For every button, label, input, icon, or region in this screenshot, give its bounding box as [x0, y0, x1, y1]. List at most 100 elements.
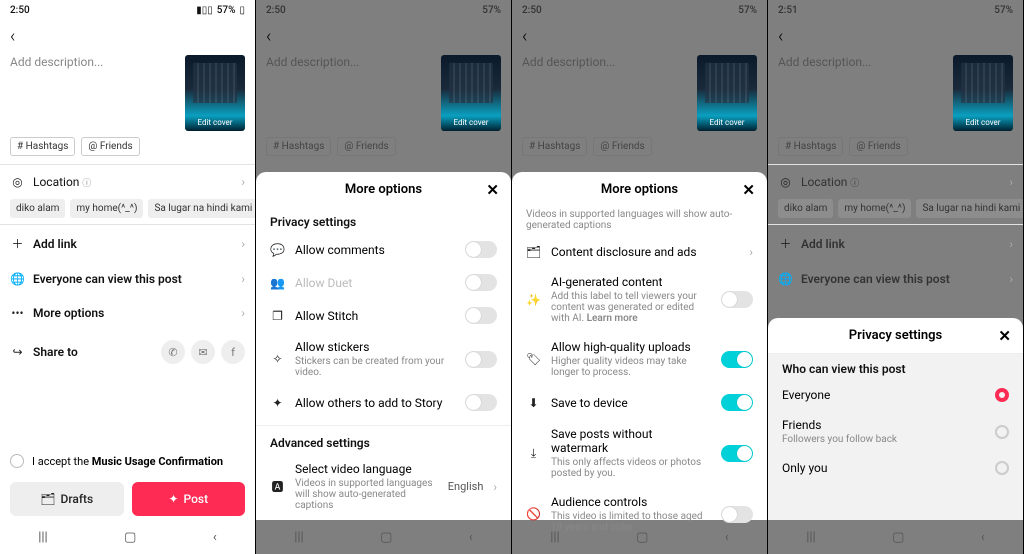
back-button[interactable]: ‹ — [266, 26, 271, 47]
add-to-story-row[interactable]: ✦ Allow others to add to Story — [256, 386, 511, 419]
no-watermark-row[interactable]: ⤓ Save posts without watermark This only… — [512, 419, 767, 487]
save-device-toggle[interactable] — [721, 394, 753, 411]
location-pill[interactable]: Sa lugar na hindi kami ... — [148, 199, 255, 218]
facebook-icon[interactable]: f — [221, 340, 245, 364]
allow-comments-row[interactable]: 💬 Allow comments — [256, 233, 511, 266]
nav-home-icon[interactable]: ▢ — [892, 530, 904, 545]
status-bar: 2:50 57% — [256, 0, 511, 20]
audience-controls-row[interactable]: 🚫 Audience controls This video is limite… — [512, 487, 767, 541]
option-everyone-row[interactable]: Everyone — [768, 380, 1023, 410]
allow-stitch-toggle[interactable] — [465, 307, 497, 324]
audience-controls-label: Audience controls — [551, 495, 711, 509]
more-options-row[interactable]: ••• More options › — [0, 296, 255, 330]
video-thumbnail: Edit cover — [697, 55, 757, 131]
nav-back-icon[interactable]: ‹ — [981, 530, 985, 545]
plus-icon: ＋ — [778, 235, 793, 252]
android-navbar: ||| ▢ ‹ — [256, 520, 511, 554]
allow-comments-toggle[interactable] — [465, 241, 497, 258]
add-to-story-toggle[interactable] — [465, 394, 497, 411]
status-bar: 2:50 ▮▯▯ 57% ▯ — [0, 0, 255, 20]
comment-icon: 💬 — [270, 243, 285, 257]
content-disclosure-row[interactable]: 🗂 Content disclosure and ads › — [512, 237, 767, 267]
edit-cover-label: Edit cover — [454, 118, 489, 127]
friends-chip[interactable]: @ Friends — [81, 137, 139, 156]
add-link-row[interactable]: ＋ Add link › — [0, 225, 255, 262]
sheet-title: Privacy settings — [849, 328, 942, 343]
location-row[interactable]: ◎ Location ⓘ › — [0, 165, 255, 199]
nav-recent-icon[interactable]: ||| — [294, 530, 304, 545]
sticker-icon: ✧ — [270, 352, 285, 366]
chevron-right-icon: › — [241, 175, 245, 189]
nav-home-icon[interactable]: ▢ — [124, 530, 136, 545]
messenger-icon[interactable]: ✉ — [191, 340, 215, 364]
allow-stitch-row[interactable]: ❐ Allow Stitch — [256, 299, 511, 332]
hashtags-chip: # Hashtags — [778, 137, 843, 156]
nav-back-icon[interactable]: ‹ — [469, 530, 473, 545]
visibility-row[interactable]: 🌐 Everyone can view this post › — [0, 262, 255, 296]
option-onlyyou-row[interactable]: Only you — [768, 453, 1023, 483]
share-to-row: ↪ Share to ✆ ✉ f — [0, 330, 255, 374]
drafts-button[interactable]: 🗂Drafts — [10, 482, 124, 516]
no-watermark-toggle[interactable] — [721, 445, 753, 462]
back-button[interactable]: ‹ — [10, 26, 15, 47]
back-button[interactable]: ‹ — [522, 26, 527, 47]
allow-stickers-toggle[interactable] — [465, 351, 497, 368]
video-thumbnail[interactable]: Edit cover — [185, 55, 245, 131]
visibility-label: Everyone can view this post — [801, 272, 1001, 286]
close-button[interactable]: ✕ — [742, 181, 755, 199]
post-button[interactable]: ✦Post — [132, 482, 246, 516]
visibility-label: Everyone can view this post — [33, 272, 233, 286]
hq-upload-label: Allow high-quality uploads — [551, 340, 711, 354]
description-input: Add description... — [522, 55, 691, 131]
nav-recent-icon[interactable]: ||| — [806, 530, 816, 545]
save-icon: ⤓ — [526, 446, 541, 461]
learn-more-link[interactable]: Learn more — [587, 313, 638, 324]
sheet-header: Privacy settings ✕ — [768, 318, 1023, 353]
battery-text: 57% — [482, 5, 501, 16]
music-confirmation-row[interactable]: I accept the Music Usage Confirmation — [0, 446, 255, 476]
allow-stickers-row[interactable]: ✧ Allow stickers Stickers can be created… — [256, 332, 511, 386]
hq-upload-row[interactable]: 🏷 Allow high-quality uploads Higher qual… — [512, 332, 767, 386]
close-button[interactable]: ✕ — [486, 181, 499, 199]
video-thumbnail: Edit cover — [953, 55, 1013, 131]
share-icon: ↪ — [10, 345, 25, 359]
chevron-right-icon: › — [749, 245, 753, 259]
edit-cover-label[interactable]: Edit cover — [198, 118, 233, 127]
option-friends-row[interactable]: Friends Followers you follow back — [768, 410, 1023, 453]
battery-icon: ▯ — [239, 5, 245, 16]
back-button[interactable]: ‹ — [778, 26, 783, 47]
whatsapp-icon[interactable]: ✆ — [161, 340, 185, 364]
post-icon: ✦ — [168, 492, 178, 506]
hashtags-chip[interactable]: # Hashtags — [10, 137, 75, 156]
description-input[interactable]: Add description... — [10, 55, 179, 131]
nav-home-icon[interactable]: ▢ — [380, 530, 392, 545]
music-confirm-radio[interactable] — [10, 454, 24, 468]
sheet-header: More options ✕ — [512, 172, 767, 207]
status-time: 2:50 — [10, 5, 30, 16]
option-onlyyou-radio[interactable] — [995, 461, 1009, 475]
allow-stickers-label: Allow stickers — [295, 340, 455, 354]
location-pill: Sa lugar na hindi kami ... — [916, 199, 1023, 218]
hq-upload-toggle[interactable] — [721, 351, 753, 368]
chevron-right-icon: › — [241, 272, 245, 286]
nav-recent-icon[interactable]: ||| — [38, 530, 48, 545]
option-everyone-radio[interactable] — [995, 388, 1009, 402]
location-pill[interactable]: diko alam — [10, 199, 65, 218]
location-pill[interactable]: my home(^_^) — [70, 199, 143, 218]
ai-content-toggle[interactable] — [721, 291, 753, 308]
chevron-right-icon: › — [241, 306, 245, 320]
option-friends-sub: Followers you follow back — [782, 434, 985, 445]
privacy-sheet: Privacy settings ✕ Who can view this pos… — [768, 318, 1023, 520]
select-language-row[interactable]: 🅰 Select video language Videos in suppor… — [256, 454, 511, 519]
add-link-row: ＋ Add link › — [768, 225, 1023, 262]
no-watermark-label: Save posts without watermark — [551, 427, 711, 455]
audience-controls-toggle[interactable] — [721, 506, 753, 523]
ai-content-row[interactable]: ✨ AI-generated content Add this label to… — [512, 267, 767, 332]
option-friends-radio[interactable] — [995, 425, 1009, 439]
pin-icon: ◎ — [10, 175, 25, 189]
close-button[interactable]: ✕ — [998, 327, 1011, 345]
nav-back-icon[interactable]: ‹ — [213, 530, 217, 545]
allow-stickers-sub: Stickers can be created from your video. — [295, 356, 455, 378]
friends-chip: @ Friends — [849, 137, 907, 156]
save-device-row[interactable]: ⬇ Save to device — [512, 386, 767, 419]
